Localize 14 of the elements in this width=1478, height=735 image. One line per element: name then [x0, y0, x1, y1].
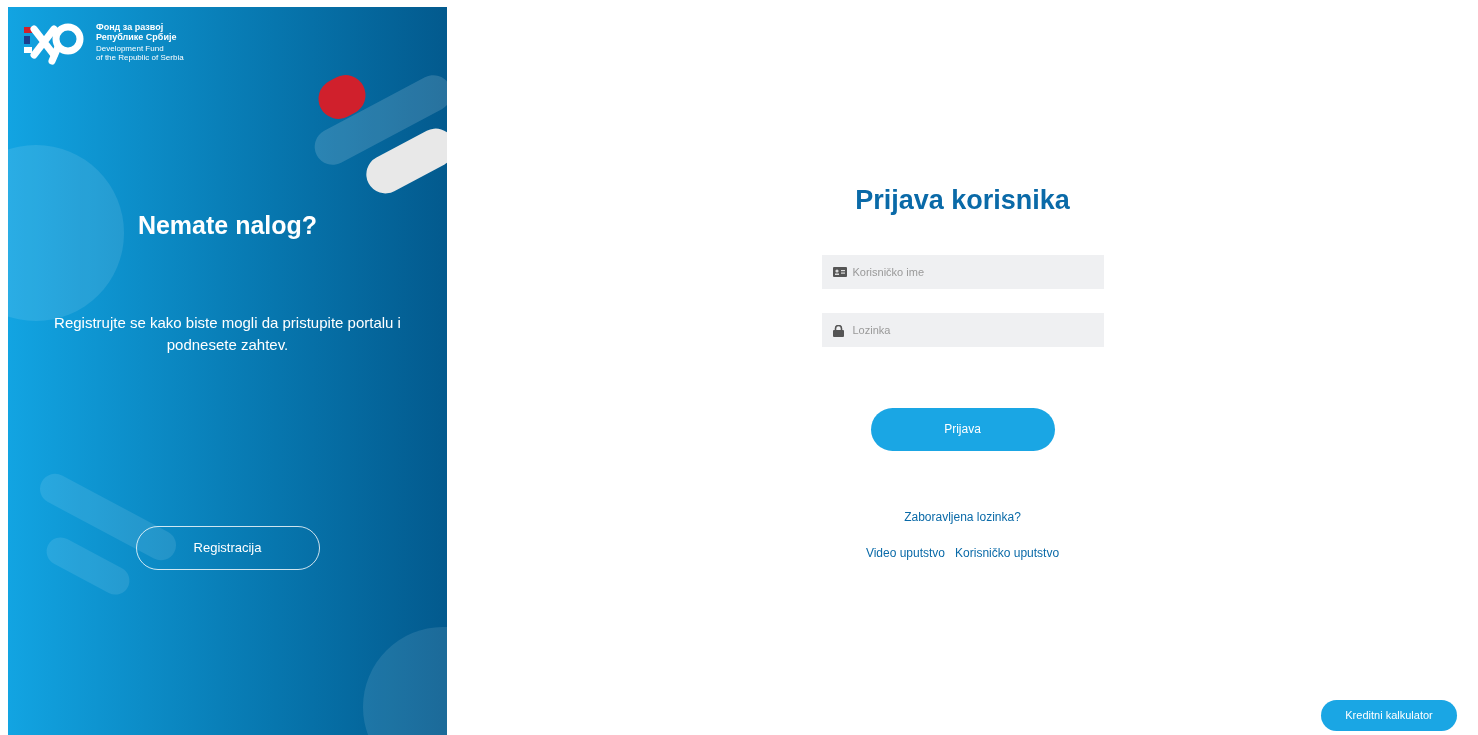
brand-subtitle: of the Republic of Serbia: [96, 53, 184, 62]
forgot-password-link[interactable]: Zaboravljena lozinka?: [904, 507, 1021, 526]
promo-title: Nemate nalog?: [137, 210, 318, 241]
promo-text: Registrujte se kako biste mogli da pristupite portalu i podnesete zahtev.: [53, 312, 402, 355]
login-title: Prijava korisnika: [855, 184, 1070, 217]
brand-name: Републике Србије: [96, 32, 178, 42]
lock-icon: [832, 324, 844, 337]
input-field[interactable]: Lozinka: [821, 312, 1104, 347]
help-link[interactable]: Video uputstvo: [865, 543, 946, 562]
brand-subtitle: Development Fund: [96, 44, 165, 53]
id-card-icon: [832, 266, 847, 277]
help-link[interactable]: Korisničko uputstvo: [955, 543, 1060, 562]
brand-name: Фонд за развој: [96, 22, 165, 32]
input-field[interactable]: Korisničko ime: [821, 254, 1104, 289]
